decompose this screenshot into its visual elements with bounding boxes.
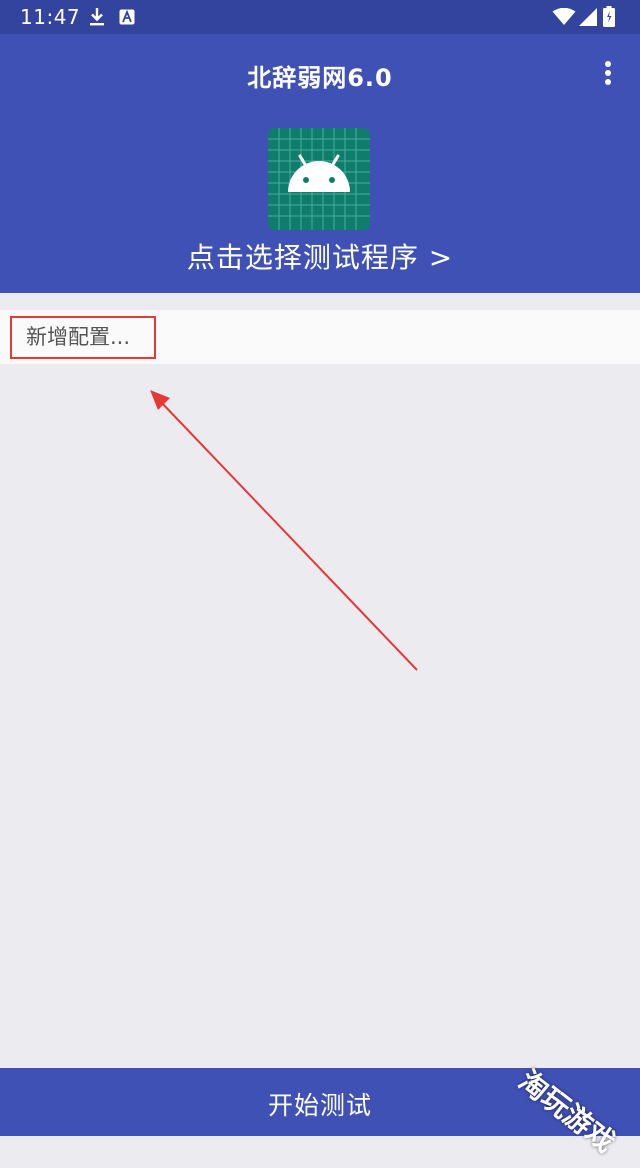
more-options-button[interactable]	[592, 56, 624, 92]
signal-icon	[579, 8, 597, 26]
app-icon[interactable]	[268, 128, 370, 230]
status-bar: 11:47	[0, 0, 640, 34]
status-time: 11:47	[20, 5, 81, 29]
app-title: 北辞弱网6.0	[247, 64, 393, 92]
android-icon	[268, 128, 370, 230]
notification-a-icon	[119, 9, 135, 25]
config-list: 新增配置...	[0, 310, 640, 364]
download-icon	[88, 7, 106, 27]
add-config-button[interactable]: 新增配置...	[10, 316, 156, 359]
wifi-icon	[552, 8, 576, 26]
battery-icon	[603, 6, 615, 27]
more-vert-icon	[605, 61, 611, 85]
choose-test-app-button[interactable]: 点击选择测试程序 >	[0, 236, 640, 276]
app-header: 北辞弱网6.0 点击选择测试程序 >	[0, 34, 640, 293]
